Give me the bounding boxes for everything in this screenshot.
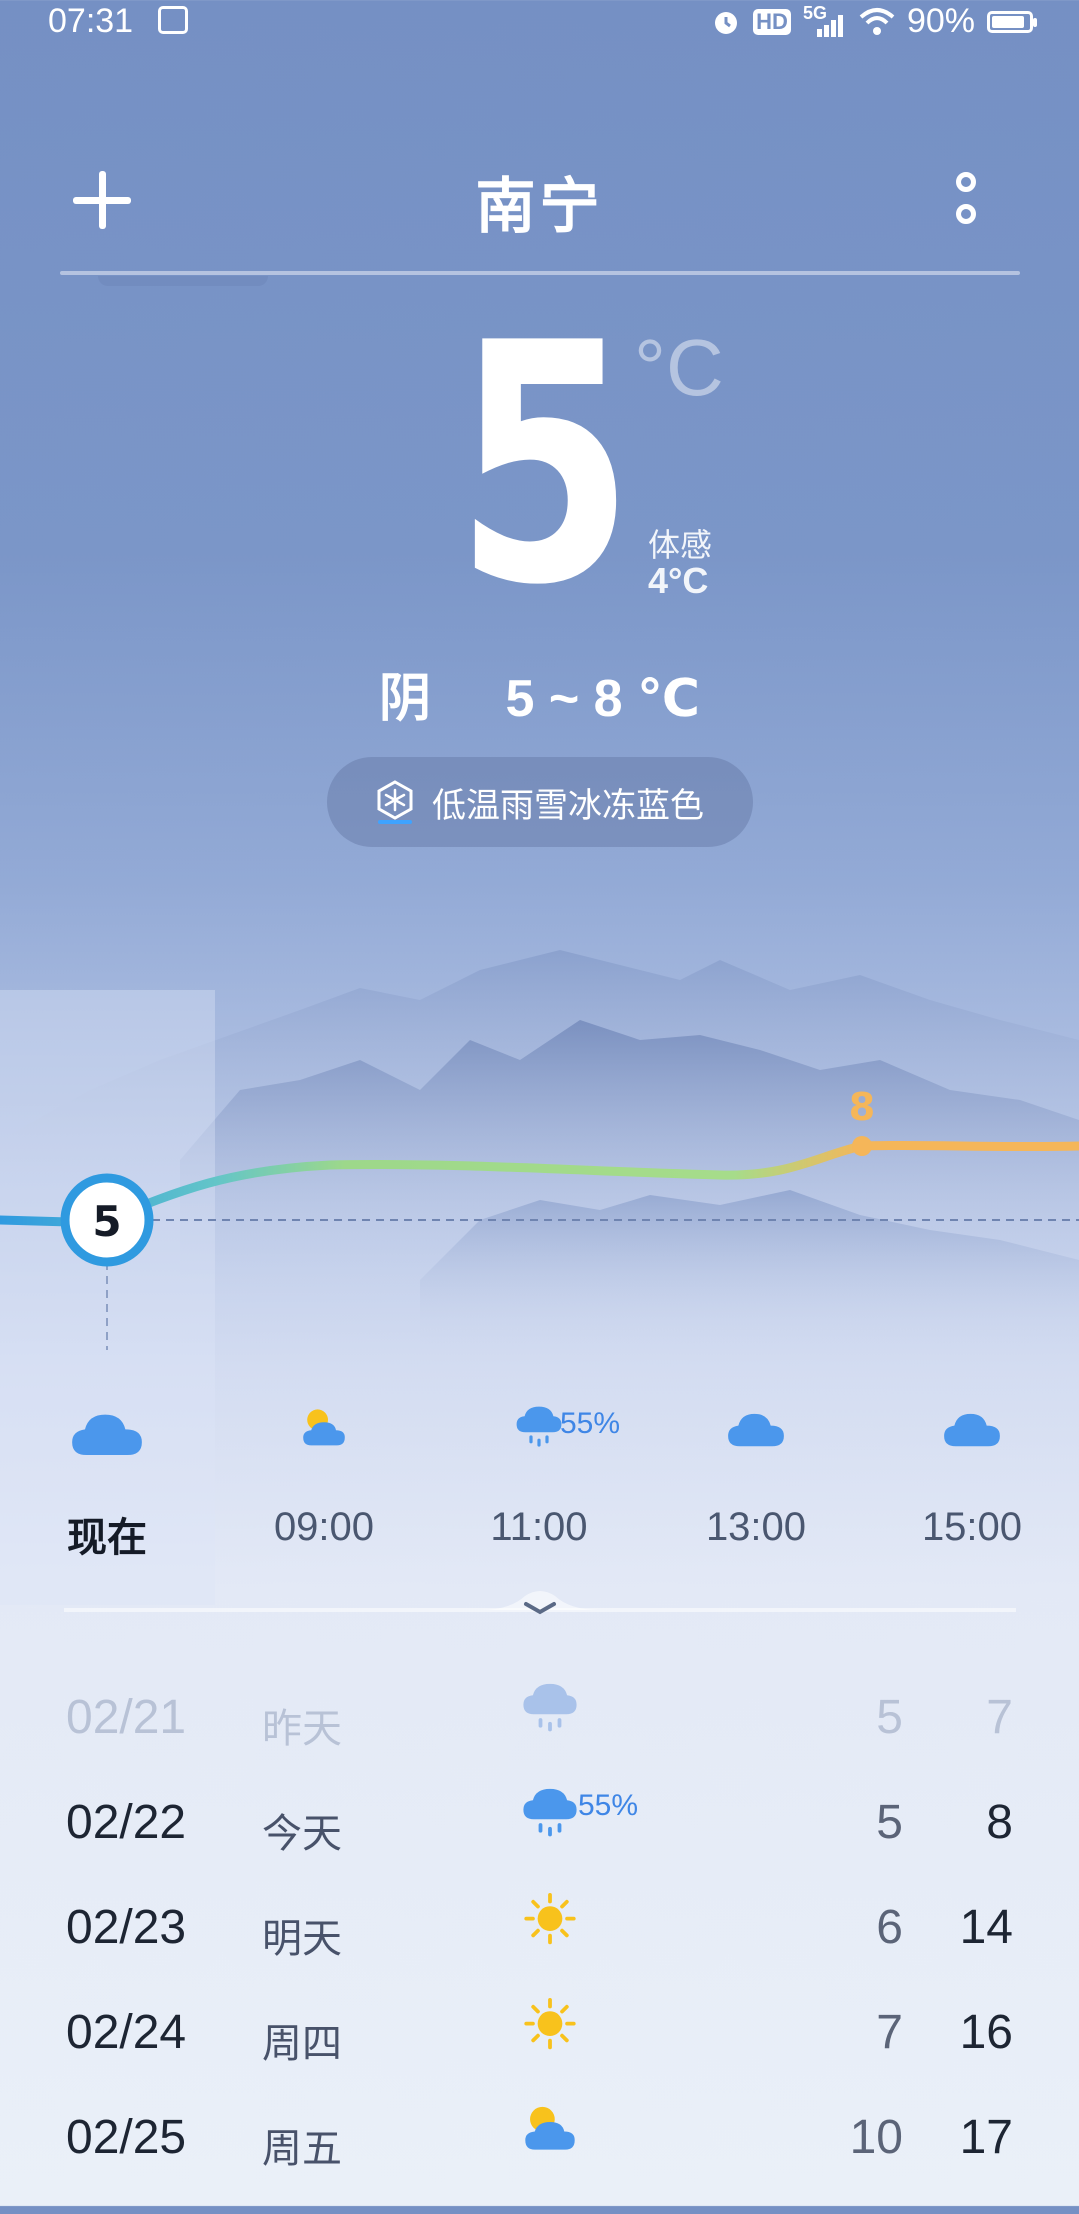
weather-alert-badge[interactable]: 低温雨雪冰冻蓝色	[327, 757, 753, 847]
daily-date: 02/22	[66, 1796, 187, 1849]
temperature-unit: °C	[634, 323, 724, 412]
hd-icon: HD	[753, 8, 791, 35]
daily-high-temp: 14	[959, 1901, 1013, 1954]
hourly-time-label: 11:00	[490, 1505, 588, 1549]
temperature-range: 5 ~ 8 ℃	[505, 670, 700, 728]
status-bar: 07:31 HD 5G 90%	[0, 0, 1079, 50]
daily-day-name: 明天	[262, 1917, 342, 1961]
peak-temp-label: 8	[849, 1085, 875, 1129]
hourly-item[interactable]: 现在	[32, 1405, 182, 1563]
precipitation-chance: 55%	[560, 1407, 621, 1440]
signal-icon: 5G	[803, 3, 847, 39]
daily-row[interactable]: 02/25 周五 10 17	[0, 2106, 1079, 2214]
daily-low-temp: 10	[849, 2111, 903, 2164]
status-time: 07:31	[48, 2, 134, 40]
status-icons: HD 5G 90%	[711, 2, 1037, 41]
partly-cloudy-icon	[249, 1405, 399, 1465]
daily-high-temp: 7	[986, 1691, 1013, 1744]
daily-date: 02/24	[66, 2006, 187, 2059]
city-title[interactable]: 南宁	[0, 158, 1079, 245]
hourly-item[interactable]: 09:00	[249, 1405, 399, 1550]
rain-icon	[510, 1682, 590, 1762]
more-dot-icon	[956, 172, 976, 192]
condition-line: 阴 5 ~ 8 ℃	[0, 656, 1079, 731]
temperature-chart: 8 5	[0, 1085, 1079, 1350]
daily-row[interactable]: 02/21 昨天 5 7	[0, 1683, 1079, 1794]
current-temperature: 5	[455, 273, 634, 657]
sun-icon	[510, 1892, 590, 1972]
daily-low-temp: 6	[876, 1901, 903, 1954]
feels-like-value: 4°C	[648, 560, 709, 601]
daily-date: 02/25	[66, 2111, 187, 2164]
now-temp-label: 5	[92, 1197, 121, 1246]
alert-text: 低温雨雪冰冻蓝色	[432, 786, 704, 825]
hourly-item[interactable]: 55% 11:00	[464, 1405, 620, 1550]
hourly-item[interactable]: 13:00	[681, 1405, 831, 1550]
peak-temp-point	[852, 1136, 872, 1156]
wifi-icon	[859, 7, 895, 37]
precipitation-chance: 55%	[578, 1789, 639, 1822]
daily-date: 02/21	[66, 1691, 187, 1744]
battery-icon	[987, 10, 1037, 33]
notification-icon	[158, 6, 188, 34]
temperature-line	[0, 1140, 1079, 1227]
daily-row[interactable]: 02/23 明天 6 14	[0, 1892, 1079, 2004]
expand-handle[interactable]	[480, 1584, 600, 1624]
hourly-time-label: 13:00	[705, 1505, 807, 1549]
daily-high-temp: 16	[959, 2006, 1013, 2059]
more-options-button[interactable]	[952, 168, 988, 232]
hourly-item[interactable]: 15:00	[897, 1405, 1047, 1550]
hourly-time-label: 现在	[67, 1516, 147, 1560]
daily-low-temp: 7	[876, 2006, 903, 2059]
daily-low-temp: 5	[876, 1691, 903, 1744]
header-tab-indicator	[98, 276, 268, 286]
rain-icon: 55%	[464, 1405, 620, 1465]
daily-row[interactable]: 02/22 今天 55% 5 8	[0, 1788, 1079, 1899]
daily-low-temp: 5	[876, 1796, 903, 1849]
cloudy-icon	[897, 1405, 1047, 1465]
daily-day-name: 今天	[262, 1812, 342, 1856]
daily-high-temp: 17	[959, 2111, 1013, 2164]
sun-icon	[510, 1997, 590, 2077]
daily-row[interactable]: 02/24 周四 7 16	[0, 1997, 1079, 2109]
hourly-time-label: 15:00	[921, 1505, 1023, 1549]
more-dot-icon	[956, 204, 976, 224]
snowflake-warning-icon	[376, 780, 414, 824]
cloudy-icon	[681, 1405, 831, 1465]
battery-percent: 90%	[906, 2, 975, 40]
daily-day-name: 周四	[262, 2022, 342, 2066]
daily-high-temp: 8	[986, 1796, 1013, 1849]
cloudy-icon	[32, 1405, 182, 1465]
daily-day-name: 昨天	[262, 1707, 342, 1751]
alarm-icon	[711, 7, 741, 37]
daily-date: 02/23	[66, 1901, 187, 1954]
condition-text: 阴	[379, 670, 432, 728]
hourly-time-label: 09:00	[273, 1505, 375, 1549]
partly-cloudy-icon	[510, 2102, 590, 2182]
daily-day-name: 周五	[262, 2127, 342, 2171]
